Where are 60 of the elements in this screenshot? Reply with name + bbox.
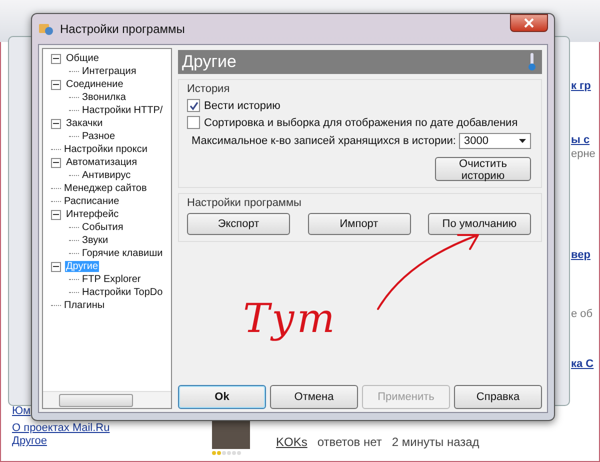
close-button[interactable]	[510, 14, 548, 32]
tree-item[interactable]: Закачки	[65, 118, 104, 129]
tree-item[interactable]: Общие	[65, 53, 100, 64]
annotation-text: Тут	[243, 296, 337, 342]
dialog-button[interactable]: Справка	[454, 385, 542, 409]
thermometer-icon	[528, 52, 536, 72]
settings-button[interactable]: Экспорт	[187, 213, 290, 235]
checkbox[interactable]	[187, 99, 200, 112]
dialog-button[interactable]: Отмена	[270, 385, 358, 409]
max-records-label: Максимальное к-во записей хранящихся в истории:	[191, 135, 456, 147]
tree-item[interactable]: Настройки прокси	[63, 144, 148, 155]
window-title: Настройки программы	[60, 22, 186, 36]
tree-item[interactable]: Горячие клавиши	[81, 248, 164, 259]
tree-item[interactable]: Плагины	[63, 300, 106, 311]
tree-item[interactable]: Звуки	[81, 235, 110, 246]
settings-button[interactable]: Импорт	[308, 213, 410, 235]
checkbox-label: Сортировка и выборка для отображения по дате добавления	[204, 116, 518, 128]
dialog-button[interactable]: Ok	[178, 385, 266, 409]
tree-item[interactable]: Автоматизация	[65, 157, 138, 168]
tree-item[interactable]: Соединение	[65, 79, 124, 90]
close-icon	[524, 18, 534, 28]
tree-item[interactable]: Настройки TopDo	[81, 287, 164, 298]
checkbox-label: Вести историю	[204, 100, 280, 112]
collapse-icon[interactable]	[51, 80, 61, 90]
clear-history-button[interactable]: Очистить историю	[435, 157, 531, 181]
tree-item[interactable]: Настройки HTTP/	[81, 105, 164, 116]
page-text: вер	[571, 249, 590, 261]
settings-button[interactable]: По умолчанию	[428, 213, 531, 235]
tree-item[interactable]: Расписание	[63, 196, 120, 207]
group-title: Настройки программы	[187, 197, 302, 209]
tree-item[interactable]: Разное	[81, 131, 116, 142]
collapse-icon[interactable]	[51, 210, 61, 220]
page-text: е об	[571, 308, 593, 320]
panel-title: Другие	[182, 52, 236, 72]
checkbox[interactable]	[187, 116, 200, 129]
page-link[interactable]: Другое	[12, 435, 110, 447]
page-text: ы с	[571, 134, 590, 146]
tree-item[interactable]: События	[81, 222, 124, 233]
tree-item[interactable]: FTP Explorer	[81, 274, 142, 285]
tree-item[interactable]: Звонилка	[81, 92, 127, 103]
group-title: История	[187, 83, 231, 95]
answers-count: ответов нет	[317, 435, 382, 449]
horizontal-scrollbar[interactable]	[43, 391, 171, 408]
page-link[interactable]: О проектах Mail.Ru	[12, 422, 110, 434]
page-text: к гр	[571, 80, 591, 92]
tree-item[interactable]: Менеджер сайтов	[63, 183, 148, 194]
post-time: 2 минуты назад	[392, 435, 480, 449]
page-text: ка С	[571, 358, 594, 370]
max-records-dropdown[interactable]: 3000	[459, 133, 531, 149]
page-text: ерне	[571, 148, 596, 160]
collapse-icon[interactable]	[51, 158, 61, 168]
dropdown-caret-icon	[519, 139, 526, 143]
author-link[interactable]: KOKs	[276, 435, 308, 449]
collapse-icon[interactable]	[51, 118, 61, 128]
app-icon	[38, 21, 54, 37]
tree-item[interactable]: Интерфейс	[65, 209, 120, 220]
collapse-icon[interactable]	[51, 54, 61, 64]
collapse-icon[interactable]	[51, 262, 61, 272]
tree-item[interactable]: Антивирус	[81, 170, 132, 181]
tree-item[interactable]: Интеграция	[81, 66, 138, 77]
